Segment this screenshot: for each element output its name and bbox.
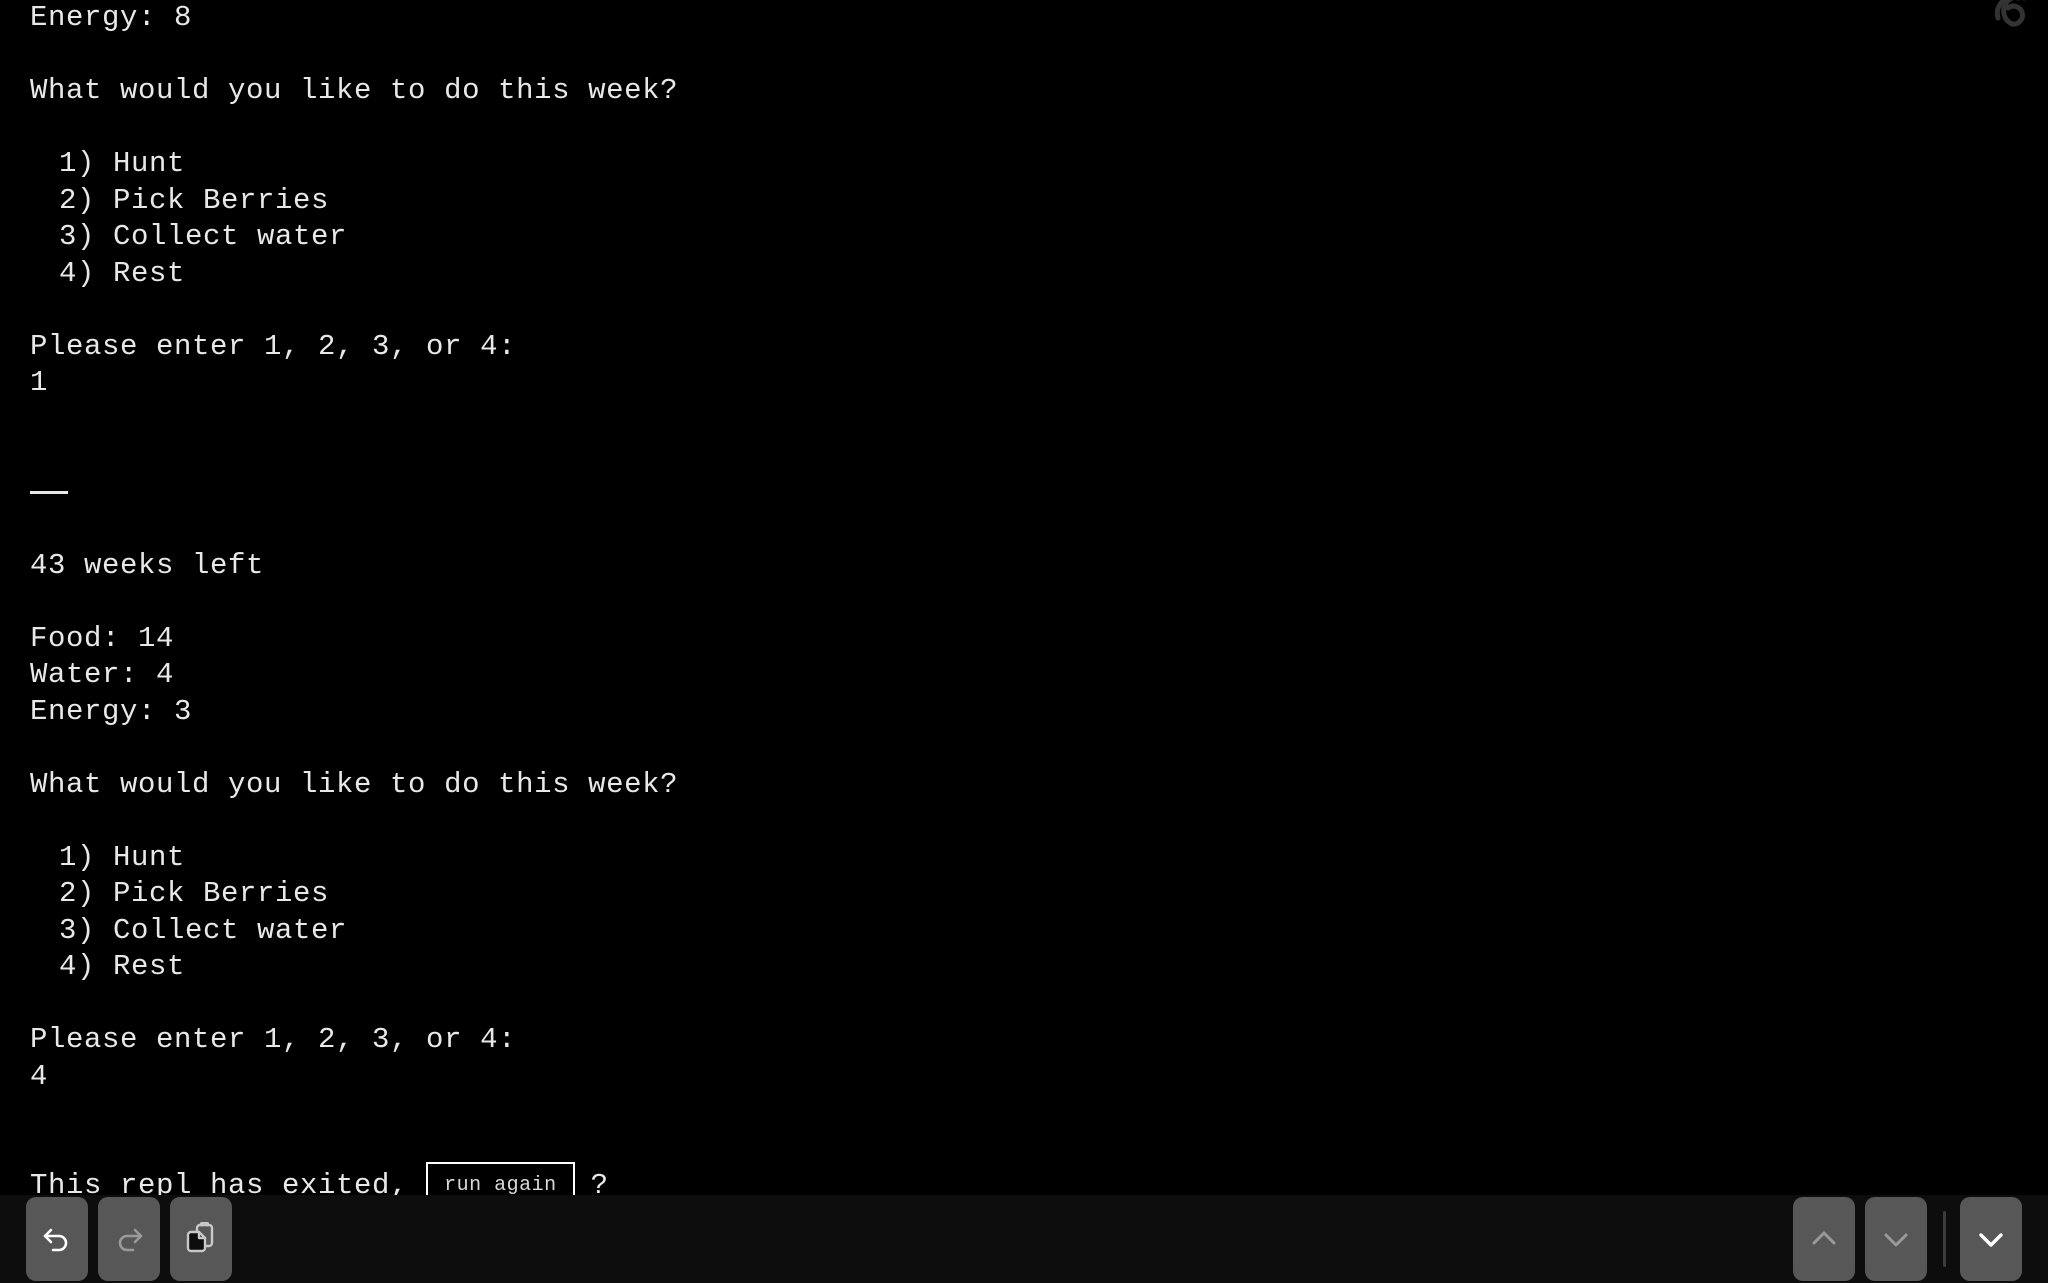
undo-button[interactable] (26, 1197, 88, 1281)
console-option: 1) Hunt (59, 840, 186, 874)
scroll-down-button[interactable] (1865, 1197, 1927, 1281)
redo-button[interactable] (98, 1197, 160, 1281)
chevron-up-icon (1806, 1221, 1842, 1257)
keyboard-accessory-toolbar (0, 1195, 2048, 1283)
console-enter-prompt: Please enter 1, 2, 3, or 4: (30, 1023, 517, 1056)
console-user-input: 4 (30, 1059, 49, 1093)
screen: Energy: 8 What would you like to do this… (0, 0, 2048, 1283)
console-separator (30, 475, 2048, 512)
redo-arrow-icon (111, 1221, 147, 1257)
console-stat-energy: Energy: 3 (30, 694, 193, 728)
chevron-down-icon (1878, 1221, 1914, 1257)
console-option: 2) Pick Berries (59, 877, 330, 910)
console-option: 1) Hunt (59, 147, 186, 180)
toolbar-left-group (26, 1197, 242, 1281)
console-user-input: 1 (30, 366, 49, 399)
console-option: 4) Rest (59, 950, 186, 983)
console-option: 4) Rest (59, 256, 186, 290)
exit-message-row: This repl has exited, run again ? (30, 1161, 2048, 1195)
exit-message-suffix: ? (590, 1169, 609, 1195)
console-stat-food: Food: 14 (30, 621, 175, 655)
run-again-button[interactable]: run again (426, 1161, 575, 1195)
console-option: 2) Pick Berries (59, 183, 330, 217)
toolbar-right-group (1783, 1197, 2022, 1281)
console-question: What would you like to do this week? (30, 767, 679, 801)
console-line: Energy: 8 (30, 1, 193, 34)
console-option: 3) Collect water (59, 220, 348, 253)
exit-message-text: This repl has exited, (30, 1169, 409, 1195)
paste-button[interactable] (170, 1197, 232, 1281)
console-question: What would you like to do this week? (30, 74, 679, 107)
console-weeks-left: 43 weeks left (30, 548, 265, 582)
dismiss-keyboard-button[interactable] (1960, 1197, 2022, 1281)
scroll-up-button[interactable] (1793, 1197, 1855, 1281)
console-output[interactable]: Energy: 8 What would you like to do this… (0, 0, 2048, 1195)
undo-arrow-icon (39, 1221, 75, 1257)
chevron-down-icon (1973, 1221, 2009, 1257)
clipboard-paste-icon (183, 1219, 219, 1260)
console-option: 3) Collect water (59, 913, 348, 947)
console-enter-prompt: Please enter 1, 2, 3, or 4: (30, 329, 517, 363)
console-stat-water: Water: 4 (30, 658, 175, 691)
toolbar-divider (1943, 1211, 1946, 1267)
